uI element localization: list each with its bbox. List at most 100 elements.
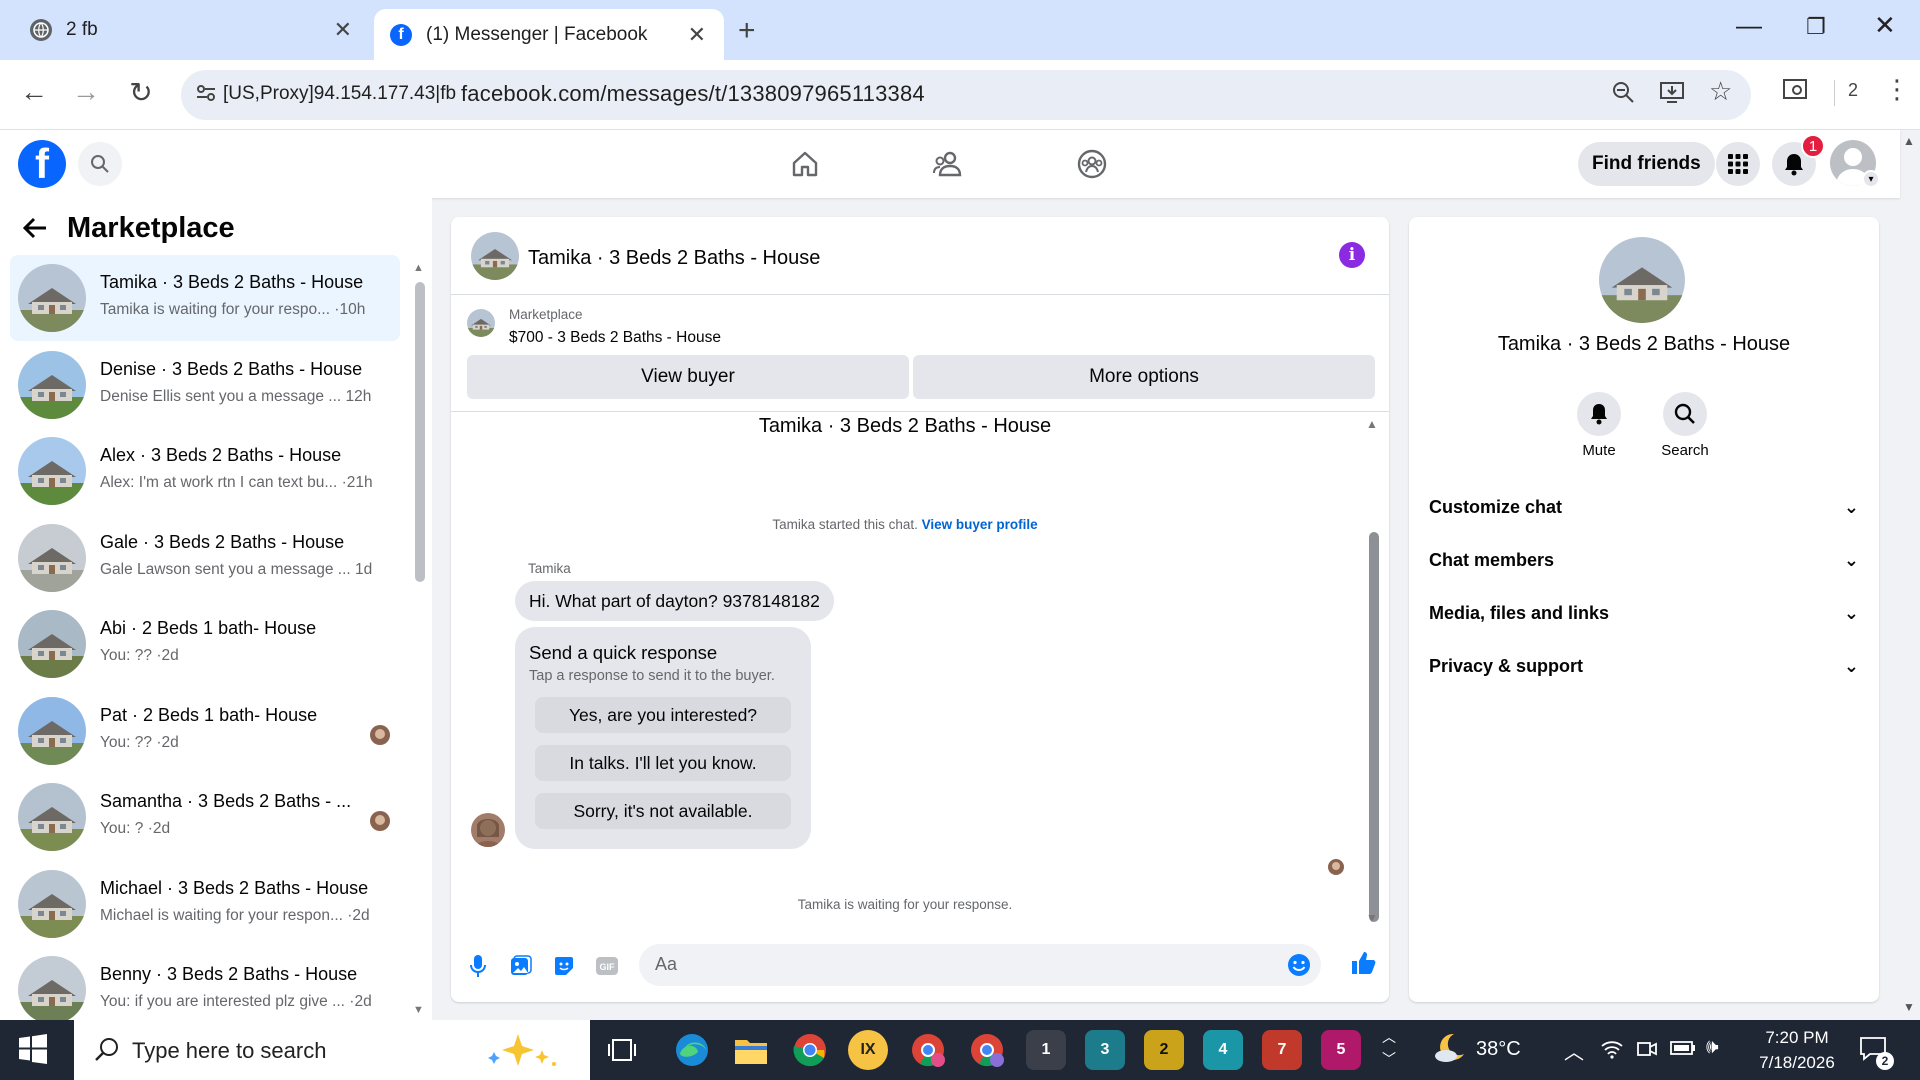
friends-icon[interactable] (928, 144, 968, 184)
task-view-icon[interactable] (608, 1036, 636, 1069)
search-icon[interactable] (1663, 392, 1707, 436)
microphone-icon[interactable] (463, 951, 493, 981)
chevron-down-icon: ⌄ (1843, 496, 1859, 517)
view-buyer-profile-link[interactable]: View buyer profile (922, 517, 1038, 532)
conversation-item[interactable]: Gale · 3 Beds 2 Baths - House Gale Lawson… (10, 515, 400, 601)
message-bubble[interactable]: Hi. What part of dayton? 9378148182 (515, 581, 834, 621)
scroll-up-arrow-icon[interactable]: ▲ (1366, 417, 1378, 431)
restore-icon[interactable]: ❐ (1806, 14, 1826, 40)
conversation-item[interactable]: Alex · 3 Beds 2 Baths - House Alex: I'm a… (10, 428, 400, 514)
like-thumbs-up-icon[interactable] (1348, 948, 1378, 978)
conversation-preview: You: if you are interested plz give ... … (100, 993, 372, 1010)
site-settings-icon[interactable] (195, 82, 217, 109)
app-instance-1-icon[interactable]: 1 (1026, 1030, 1066, 1070)
edge-browser-icon[interactable] (672, 1030, 712, 1070)
app-instance-4-icon[interactable]: 4 (1203, 1030, 1243, 1070)
clock-date[interactable]: 7/18/2026 (1744, 1053, 1850, 1073)
quick-response-yes-button[interactable]: Yes, are you interested? (535, 697, 791, 733)
conversation-name: Alex · 3 Beds 2 Baths - House (100, 445, 342, 465)
quick-response-not-available-button[interactable]: Sorry, it's not available. (535, 793, 791, 829)
groups-icon[interactable] (1072, 144, 1112, 184)
sticker-icon[interactable] (549, 951, 579, 981)
close-tab-icon[interactable]: ✕ (688, 22, 706, 48)
conversation-item[interactable]: Samantha · 3 Beds 2 Baths - ... You: ? ·2… (10, 774, 400, 860)
menu-grid-icon[interactable] (1716, 142, 1760, 186)
app-instance-3-icon[interactable]: 3 (1085, 1030, 1125, 1070)
omnibox[interactable]: [US,Proxy]94.154.177.43|fb facebook.com/… (181, 70, 1751, 120)
scroll-down-arrow-icon[interactable]: ▼ (413, 1004, 424, 1016)
find-friends-button[interactable]: Find friends (1578, 142, 1715, 186)
temperature[interactable]: 38°C (1476, 1038, 1521, 1061)
message-input[interactable]: Aa (639, 944, 1321, 986)
conversation-item[interactable]: Abi · 2 Beds 1 bath- House You: ?? ·2d (10, 601, 400, 687)
new-tab-button[interactable]: + (738, 14, 756, 48)
app-instance-2-icon[interactable]: 2 (1144, 1030, 1184, 1070)
taskbar-overflow-arrows-icon[interactable]: ︿ ﹀ (1382, 1026, 1396, 1070)
meet-now-icon[interactable] (1636, 1038, 1658, 1065)
back-arrow-icon[interactable] (22, 214, 48, 248)
conversation-item[interactable]: Michael · 3 Beds 2 Baths - House Michael … (10, 861, 400, 947)
forward-icon[interactable]: → (66, 76, 106, 108)
menu-dots-icon[interactable]: ⋮ (1884, 74, 1910, 105)
back-icon[interactable]: ← (14, 76, 54, 108)
clock-time[interactable]: 7:20 PM (1752, 1028, 1842, 1048)
conversation-preview: Michael is waiting for your respon... ·2… (100, 906, 370, 924)
app-instance-5-icon[interactable]: 5 (1321, 1030, 1361, 1070)
windows-start-icon[interactable] (18, 1034, 48, 1069)
tab-messenger[interactable]: f (1) Messenger | Facebook ✕ (374, 9, 724, 60)
app-instance-7-icon[interactable]: 7 (1262, 1030, 1302, 1070)
bookmark-star-icon[interactable]: ☆ (1709, 76, 1732, 107)
show-hidden-icons-icon[interactable]: ︿ (1564, 1036, 1584, 1065)
chat-header-name[interactable]: Tamika · 3 Beds 2 Baths - House (528, 247, 820, 270)
scroll-down-arrow-icon[interactable]: ▼ (1366, 911, 1378, 925)
more-options-button[interactable]: More options (913, 355, 1375, 399)
page-scroll-up-icon[interactable]: ▲ (1903, 134, 1915, 148)
install-app-icon[interactable] (1659, 80, 1685, 111)
emoji-icon[interactable] (1287, 953, 1311, 982)
facebook-logo[interactable]: f (18, 140, 66, 188)
sidebar-scrollbar[interactable] (415, 282, 425, 582)
mute-bell-icon[interactable] (1577, 392, 1621, 436)
close-tab-icon[interactable]: ✕ (334, 17, 352, 43)
customize-chat-section[interactable]: Customize chat ⌄ (1429, 487, 1859, 527)
home-icon[interactable] (785, 144, 825, 184)
tab-2fb[interactable]: 2 fb ✕ (14, 9, 370, 51)
battery-icon[interactable] (1670, 1040, 1696, 1061)
copilot-sparkle-icon[interactable] (478, 1028, 578, 1077)
profile-count[interactable]: 2 (1848, 80, 1858, 101)
listing-title[interactable]: $700 - 3 Beds 2 Baths - House (509, 329, 721, 347)
reload-icon[interactable]: ↻ (121, 76, 161, 109)
chrome-profile-icon[interactable] (967, 1030, 1007, 1070)
scroll-up-arrow-icon[interactable]: ▲ (413, 262, 424, 274)
minimize-icon[interactable]: — (1736, 10, 1762, 41)
privacy-support-section[interactable]: Privacy & support ⌄ (1429, 646, 1859, 686)
media-files-links-section[interactable]: Media, files and links ⌄ (1429, 593, 1859, 633)
photo-icon[interactable] (506, 951, 536, 981)
volume-icon[interactable]: 🕪 (1706, 1036, 1719, 1059)
url-text[interactable]: facebook.com/messages/t/1338097965113384 (461, 81, 925, 107)
ix-browser-icon[interactable]: IX (848, 1030, 888, 1070)
taskbar-search-box[interactable]: Type here to search (74, 1020, 590, 1080)
side-panel-icon[interactable] (1782, 78, 1808, 107)
chrome-profile-icon[interactable] (908, 1030, 948, 1070)
weather-moon-icon[interactable] (1432, 1030, 1468, 1071)
listing-avatar[interactable] (471, 232, 519, 280)
file-explorer-icon[interactable] (731, 1030, 771, 1070)
chat-members-section[interactable]: Chat members ⌄ (1429, 540, 1859, 580)
search-icon[interactable] (78, 142, 122, 186)
close-window-icon[interactable]: ✕ (1874, 10, 1896, 41)
conversation-item[interactable]: Tamika · 3 Beds 2 Baths - House Tamika is… (10, 255, 400, 341)
quick-response-in-talks-button[interactable]: In talks. I'll let you know. (535, 745, 791, 781)
chevron-down-icon[interactable]: ▾ (1862, 170, 1880, 188)
conversation-item[interactable]: Denise · 3 Beds 2 Baths - House Denise El… (10, 342, 400, 428)
chrome-icon[interactable] (790, 1030, 830, 1070)
zoom-icon[interactable] (1611, 80, 1635, 111)
conversation-item[interactable]: Pat · 2 Beds 1 bath- House You: ?? ·2d (10, 688, 400, 774)
sender-avatar[interactable] (471, 813, 505, 847)
gif-icon[interactable]: GIF (592, 951, 622, 981)
wifi-icon[interactable] (1600, 1038, 1624, 1065)
chat-scrollbar[interactable] (1369, 532, 1379, 922)
view-buyer-button[interactable]: View buyer (467, 355, 909, 399)
page-scroll-down-icon[interactable]: ▼ (1903, 1000, 1915, 1014)
info-icon[interactable]: i (1339, 242, 1365, 268)
